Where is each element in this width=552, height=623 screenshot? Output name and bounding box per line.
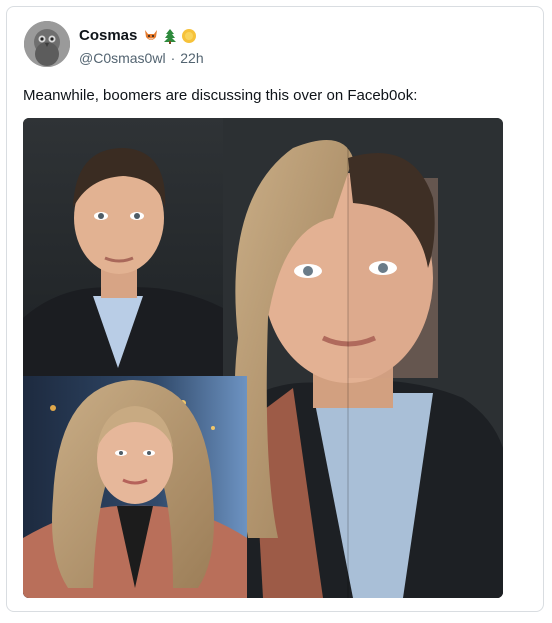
collage-image [23, 118, 503, 598]
avatar[interactable] [24, 21, 70, 67]
meta-separator: · [170, 50, 176, 66]
timestamp[interactable]: 22h [180, 50, 203, 66]
post-meta: @C0smas0wl · 22h [79, 50, 204, 66]
owl-avatar-icon [24, 21, 70, 67]
fox-emoji-icon [145, 29, 158, 40]
handle[interactable]: @C0smas0wl [79, 50, 166, 66]
display-name[interactable]: Cosmas [79, 27, 137, 44]
author-name-row: Cosmas [79, 27, 197, 44]
post-image[interactable] [23, 118, 503, 598]
tree-emoji-icon [164, 28, 177, 44]
post-text: Meanwhile, boomers are discussing this o… [23, 87, 418, 104]
sun-emoji-icon [182, 28, 197, 43]
name-badges [143, 28, 197, 44]
post-card[interactable]: Cosmas @C0smas0wl · 22h Meanwhile, boome… [6, 6, 544, 612]
